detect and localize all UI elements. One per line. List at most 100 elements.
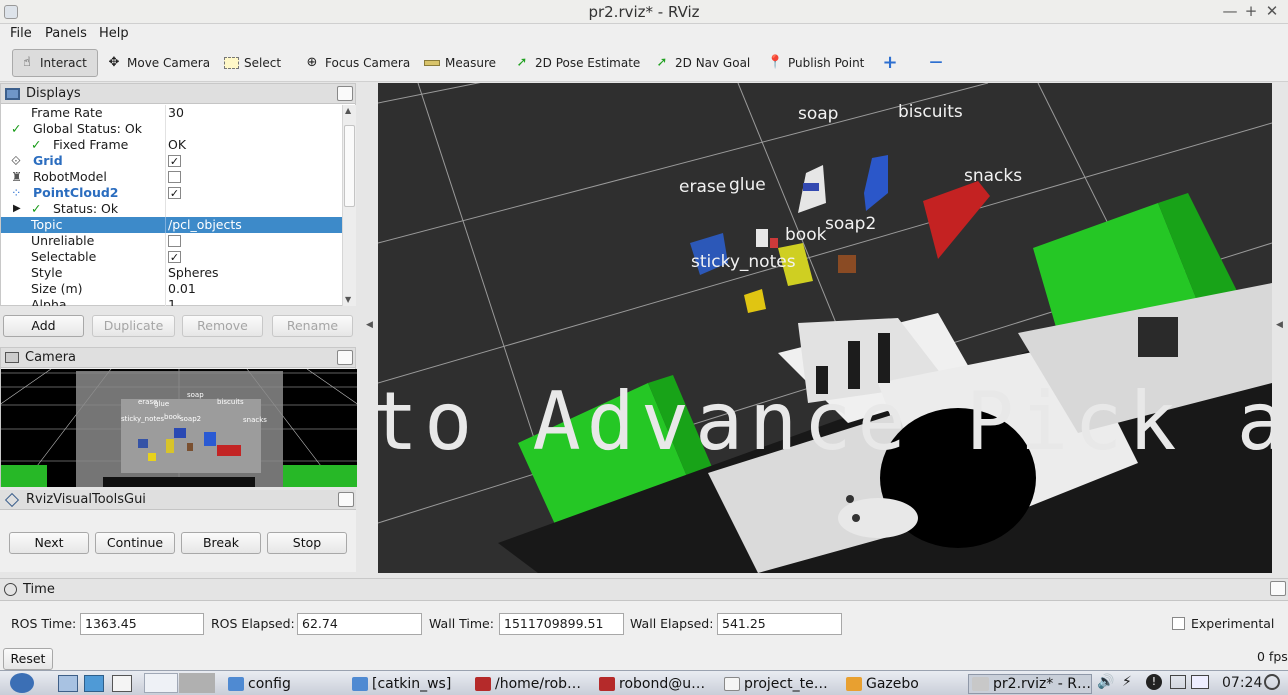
tree-row-unreliable[interactable]: Unreliable: [1, 233, 342, 249]
stop-button[interactable]: Stop: [267, 532, 347, 554]
window-switch-icon[interactable]: [1191, 675, 1209, 689]
tree-row-topic[interactable]: Topic /pcl_objects: [1, 217, 342, 233]
minimize-icon[interactable]: —: [1221, 2, 1239, 20]
break-button[interactable]: Break: [181, 532, 261, 554]
publish-point-tool-button[interactable]: 📍 Publish Point: [761, 49, 870, 77]
power-icon[interactable]: ⚡: [1122, 674, 1132, 690]
ruler-icon: [424, 60, 440, 66]
displays-tree: Frame Rate 30 ✓ Global Status: Ok ✓ Fixe…: [1, 105, 342, 306]
terminal-icon[interactable]: [112, 675, 132, 692]
maximize-icon[interactable]: +: [1242, 2, 1260, 20]
row-value[interactable]: Spheres: [168, 265, 219, 281]
clock-readout: 07:24: [1222, 675, 1263, 691]
measure-label: Measure: [445, 56, 496, 70]
alert-icon[interactable]: !: [1146, 674, 1162, 690]
volume-icon[interactable]: 🔊: [1097, 674, 1114, 690]
task-config[interactable]: config: [228, 674, 291, 694]
green-arrow-icon: ➚: [516, 55, 528, 70]
row-value: OK: [168, 137, 187, 152]
menu-file[interactable]: File: [10, 26, 32, 41]
task-catkin-ws[interactable]: [catkin_ws]: [352, 674, 451, 694]
tree-row-alpha[interactable]: Alpha 1: [1, 297, 342, 306]
wall-time-field[interactable]: 1511709899.51: [499, 613, 624, 635]
tree-row-pointcloud2[interactable]: ⁘ PointCloud2 ✓: [1, 185, 342, 201]
interact-tool-button[interactable]: ☝ Interact: [12, 49, 98, 77]
show-desktop-icon[interactable]: [58, 675, 78, 692]
add-tool-button[interactable]: +: [876, 49, 904, 77]
workspace-2[interactable]: [179, 673, 215, 693]
robotmodel-enable-checkbox[interactable]: [168, 171, 181, 183]
row-value[interactable]: 1: [168, 297, 176, 306]
continue-button[interactable]: Continue: [95, 532, 175, 554]
camera-icon: [5, 352, 19, 363]
close-icon[interactable]: ✕: [1263, 2, 1281, 20]
next-button[interactable]: Next: [9, 532, 89, 554]
collapse-left-icon[interactable]: ◀: [366, 320, 373, 330]
reset-button[interactable]: Reset: [3, 648, 53, 670]
select-tool-button[interactable]: Select: [218, 49, 287, 77]
ros-time-field[interactable]: 1363.45: [80, 613, 204, 635]
displays-scrollbar[interactable]: ▲ ▼: [342, 105, 356, 306]
add-display-button[interactable]: Add: [3, 315, 84, 337]
tree-row-selectable[interactable]: Selectable ✓: [1, 249, 342, 265]
nav-goal-tool-button[interactable]: ➚ 2D Nav Goal: [648, 49, 756, 77]
check-icon: ✓: [11, 121, 22, 136]
tree-row-frame-rate[interactable]: Frame Rate 30: [1, 105, 342, 121]
task-robond[interactable]: robond@u…: [599, 674, 705, 694]
task-project-te[interactable]: project_te…: [724, 674, 828, 694]
tree-row-robotmodel[interactable]: ♜ RobotModel: [1, 169, 342, 185]
ros-elapsed-field[interactable]: 62.74: [297, 613, 422, 635]
tree-row-global-status[interactable]: ✓ Global Status: Ok: [1, 121, 342, 137]
task-gazebo[interactable]: Gazebo: [846, 674, 919, 694]
select-label: Select: [244, 56, 282, 70]
settings-icon[interactable]: [84, 675, 104, 692]
task-label: config: [248, 676, 291, 692]
logout-icon[interactable]: [1264, 674, 1280, 690]
remove-display-button[interactable]: Remove: [182, 315, 263, 337]
pose-estimate-label: 2D Pose Estimate: [535, 56, 641, 70]
tree-row-style[interactable]: Style Spheres: [1, 265, 342, 281]
row-value[interactable]: 30: [168, 105, 184, 121]
scroll-thumb[interactable]: [344, 125, 355, 207]
interact-label: Interact: [40, 56, 87, 70]
duplicate-display-button[interactable]: Duplicate: [92, 315, 175, 337]
panel-close-checkbox[interactable]: [337, 86, 353, 101]
row-value[interactable]: 0.01: [168, 281, 196, 297]
move-arrows-icon: ✥: [108, 55, 120, 70]
rename-display-button[interactable]: Rename: [272, 315, 353, 337]
network-icon[interactable]: [1170, 675, 1186, 689]
start-menu-icon[interactable]: [10, 673, 34, 693]
focus-camera-tool-button[interactable]: ⊕ Focus Camera: [298, 49, 416, 77]
tree-row-fixed-frame[interactable]: ✓ Fixed Frame OK: [1, 137, 342, 153]
menu-panels[interactable]: Panels: [45, 26, 87, 41]
topic-value[interactable]: /pcl_objects: [168, 217, 242, 233]
selectable-checkbox[interactable]: ✓: [168, 251, 181, 263]
tree-row-size[interactable]: Size (m) 0.01: [1, 281, 342, 297]
tree-row-grid[interactable]: ⟐ Grid ✓: [1, 153, 342, 169]
scroll-up-icon[interactable]: ▲: [345, 106, 351, 115]
task-home-rob[interactable]: /home/rob…: [475, 674, 581, 694]
expand-arrow-icon[interactable]: ▶: [13, 201, 21, 217]
pose-estimate-tool-button[interactable]: ➚ 2D Pose Estimate: [508, 49, 646, 77]
pointcloud-enable-checkbox[interactable]: ✓: [168, 187, 181, 199]
task-rviz[interactable]: pr2.rviz* - R…: [968, 674, 1092, 694]
camera-title: Camera: [25, 350, 77, 365]
grid-enable-checkbox[interactable]: ✓: [168, 155, 181, 167]
workspace-1[interactable]: [144, 673, 178, 693]
measure-tool-button[interactable]: Measure: [418, 49, 502, 77]
row-label: Alpha: [31, 297, 67, 306]
wall-elapsed-field[interactable]: 541.25: [717, 613, 842, 635]
collapse-right-icon[interactable]: ◀: [1276, 320, 1283, 330]
unreliable-checkbox[interactable]: [168, 235, 181, 247]
scroll-down-icon[interactable]: ▼: [345, 295, 351, 304]
panel-close-checkbox[interactable]: [1270, 581, 1286, 596]
tree-row-status[interactable]: ▶ ✓ Status: Ok: [1, 201, 342, 217]
taskbar: config [catkin_ws] /home/rob… robond@u… …: [0, 670, 1288, 695]
remove-tool-button[interactable]: —: [922, 49, 950, 77]
experimental-checkbox[interactable]: [1172, 617, 1185, 630]
move-camera-tool-button[interactable]: ✥ Move Camera: [100, 49, 216, 77]
menu-help[interactable]: Help: [99, 26, 129, 41]
panel-close-checkbox[interactable]: [337, 350, 353, 365]
render-viewport[interactable]: soap biscuits snacks erase glue book soa…: [378, 83, 1272, 573]
panel-close-checkbox[interactable]: [338, 492, 354, 507]
